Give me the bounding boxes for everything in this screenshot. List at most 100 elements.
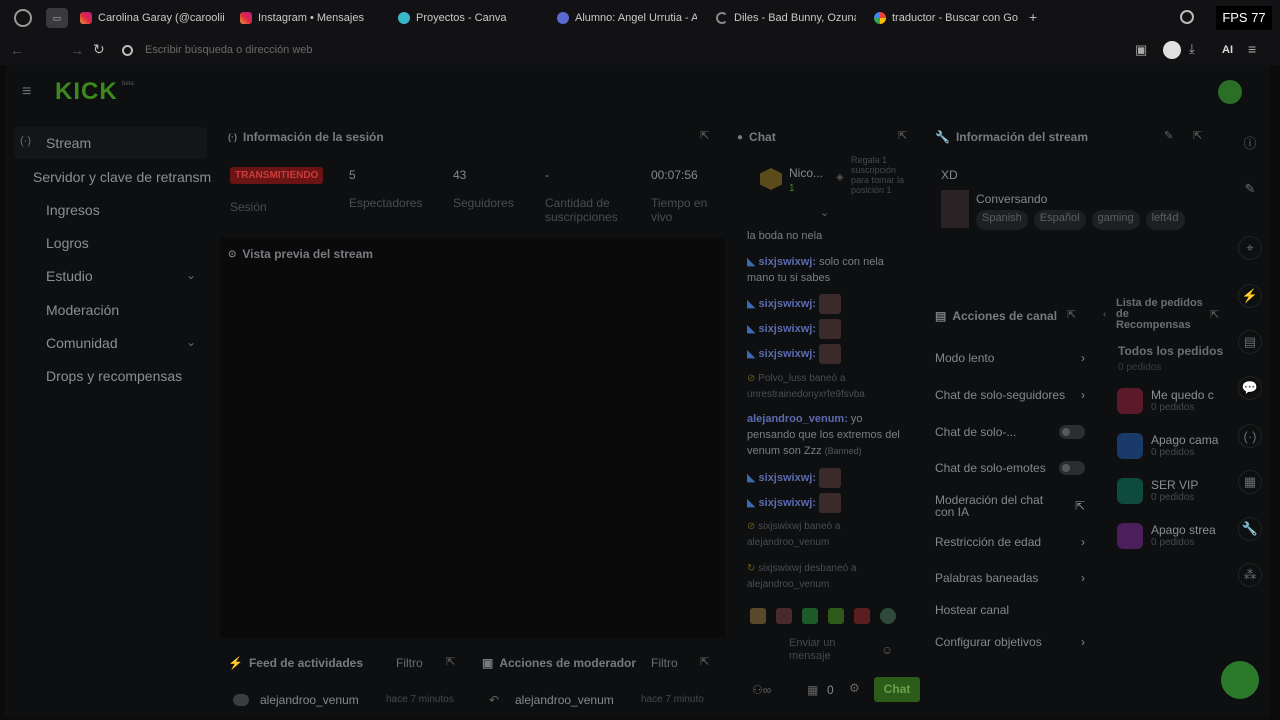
nav-item-estudio[interactable]: Estudio <box>46 268 93 284</box>
activity-filter-button[interactable]: Filtro <box>396 656 423 670</box>
browser-tab[interactable]: Diles - Bad Bunny, Ozuna, <box>716 8 856 28</box>
popout-icon[interactable]: ⇱ <box>700 129 709 142</box>
new-tab-button[interactable]: + <box>1029 9 1037 25</box>
action-followers-only[interactable]: Chat de solo-seguidores › <box>935 388 1085 402</box>
wrench-icon[interactable]: 🔧 <box>1238 517 1262 541</box>
edit-icon[interactable]: ✎ <box>1164 129 1173 142</box>
browser-tab[interactable]: Proyectos - Canva <box>398 8 538 28</box>
category-name[interactable]: Conversando <box>976 192 1047 206</box>
action-slow-mode[interactable]: Modo lento › <box>935 351 1085 365</box>
profile-icon[interactable] <box>1163 41 1181 59</box>
reward-item[interactable]: Me quedo c0 pedidos <box>1117 388 1214 414</box>
reload-icon[interactable]: ↻ <box>93 41 105 58</box>
action-subs-only[interactable]: Chat de solo-... <box>935 425 1085 439</box>
subs-only-toggle[interactable] <box>1059 425 1085 439</box>
emote <box>819 344 842 364</box>
chat-message: alejandroo_venum: yo pensando que los ex… <box>747 413 900 457</box>
nav-item-stream[interactable] <box>14 127 207 159</box>
wrench-icon: 🔧 <box>935 130 950 144</box>
stat-value: 43 <box>453 168 467 182</box>
chat-message: ◣ sixjswixwj: <box>747 319 907 339</box>
user-avatar[interactable] <box>1218 80 1242 104</box>
nav-item-moderacion[interactable]: Moderación <box>46 302 119 318</box>
action-ai-moderation[interactable]: Moderación del chat con IA ⇱ <box>935 494 1085 518</box>
emote-icon[interactable] <box>776 608 792 624</box>
emote-icon[interactable] <box>880 608 896 624</box>
chat-settings-icon[interactable]: ⚙ <box>849 681 860 695</box>
layers-icon[interactable]: ▦ <box>1238 470 1262 494</box>
url-input[interactable]: Escribir búsqueda o dirección web <box>145 44 313 56</box>
rewards-all[interactable]: Todos los pedidos <box>1118 344 1223 358</box>
action-goals[interactable]: Configurar objetivos › <box>935 635 1085 649</box>
rewards-all-count: 0 pedidos <box>1118 362 1162 373</box>
activity-time: hace 7 minutos <box>386 694 454 705</box>
ai-button[interactable]: AI <box>1222 44 1233 56</box>
broadcast-icon[interactable]: (·) <box>1238 424 1262 448</box>
action-age-restriction[interactable]: Restricción de edad › <box>935 535 1085 549</box>
tab-island-icon[interactable]: ▭ <box>46 8 68 28</box>
lightning-icon[interactable]: ⚡ <box>1238 284 1262 308</box>
popout-icon[interactable]: ⇱ <box>898 129 907 142</box>
action-banned-words[interactable]: Palabras baneadas › <box>935 571 1085 585</box>
info-icon[interactable]: ⓘ <box>1238 130 1262 154</box>
stat-label: Espectadores <box>349 196 423 210</box>
popout-icon[interactable]: ⇱ <box>446 655 455 668</box>
chat-send-button[interactable]: Chat <box>874 677 920 702</box>
users-icon[interactable]: ⚇∞ <box>752 683 771 697</box>
snapshot-icon[interactable]: ▣ <box>1135 42 1147 58</box>
browser-tab[interactable]: traductor - Buscar con Go <box>874 8 1019 28</box>
chat-icon[interactable]: 💬 <box>1238 376 1262 400</box>
preview-panel-title: ⊙ Vista previa del stream <box>228 247 373 261</box>
browser-tab[interactable]: Carolina Garay (@caroolii <box>80 8 225 28</box>
nav-item-ingresos[interactable]: Ingresos <box>46 202 100 218</box>
reward-item[interactable]: Apago strea 0 pedidos <box>1117 523 1216 549</box>
nav-item-drops[interactable]: Drops y recompensas <box>46 368 182 384</box>
chat-message: ◣ sixjswixwj: solo con nela mano tu si s… <box>747 256 884 284</box>
popout-icon[interactable]: ⇱ <box>1193 129 1202 142</box>
share-icon[interactable]: ⁂ <box>1238 563 1262 587</box>
reward-item[interactable]: Apago cama 0 pedidos <box>1117 433 1218 459</box>
back-icon[interactable]: ← <box>10 42 24 58</box>
search-tabs-icon[interactable] <box>1180 10 1194 24</box>
pencil-icon[interactable]: ✎ <box>1238 177 1262 201</box>
broadcast-icon: (·) <box>228 132 237 142</box>
browser-tab[interactable]: Alumno: Angel Urrutia - A <box>557 8 697 28</box>
emote-icon[interactable] <box>854 608 870 624</box>
download-icon[interactable]: ⤓ <box>1189 41 1195 57</box>
tag[interactable]: gaming <box>1091 210 1140 230</box>
nav-item-logros[interactable]: Logros <box>46 235 89 251</box>
chat-input[interactable]: Enviar un mensaje <box>789 637 859 663</box>
emoji-icon[interactable]: ☺ <box>881 643 893 657</box>
emotes-only-toggle[interactable] <box>1059 461 1085 475</box>
external-link-icon: ⇱ <box>1074 499 1085 513</box>
forward-icon[interactable]: → <box>70 42 84 58</box>
opera-menu-icon[interactable] <box>14 9 32 27</box>
popout-icon[interactable]: ⇱ <box>1067 308 1076 321</box>
emote-icon[interactable] <box>750 608 766 624</box>
emote-icon[interactable] <box>802 608 818 624</box>
document-icon[interactable]: ▤ <box>1238 330 1262 354</box>
browser-tab[interactable]: Instagram • Mensajes <box>240 8 380 28</box>
tag[interactable]: left4d <box>1145 210 1185 230</box>
collapse-icon[interactable]: ‹ <box>1103 309 1106 320</box>
action-emotes-only[interactable]: Chat de solo-emotes <box>935 461 1085 475</box>
emote-icon[interactable] <box>828 608 844 624</box>
kick-logo[interactable]: KICK <box>55 78 118 106</box>
reward-item[interactable]: SER VIP 0 pedidos <box>1117 478 1198 504</box>
channel-actions-panel-title: ▤ Acciones de canal <box>935 309 1058 323</box>
chevron-right-icon: › <box>1081 535 1085 549</box>
tag[interactable]: Español <box>1033 210 1086 230</box>
menu-icon[interactable]: ≡ <box>1248 41 1256 57</box>
popout-icon[interactable]: ⇱ <box>700 655 709 668</box>
action-host-channel[interactable]: Hostear canal <box>935 603 1085 617</box>
support-button[interactable] <box>1221 661 1259 699</box>
emote <box>819 319 842 339</box>
chevron-down-icon[interactable]: ⌄ <box>820 206 829 219</box>
popout-icon[interactable]: ⇱ <box>1210 308 1219 321</box>
mod-filter-button[interactable]: Filtro <box>651 656 678 670</box>
nav-item-server-key[interactable]: Servidor y clave de retransm <box>33 169 218 185</box>
target-icon[interactable]: ⌖ <box>1238 236 1262 260</box>
nav-item-comunidad[interactable]: Comunidad <box>46 335 118 351</box>
tag[interactable]: Spanish <box>976 210 1028 230</box>
hamburger-icon[interactable]: ≡ <box>22 83 31 101</box>
